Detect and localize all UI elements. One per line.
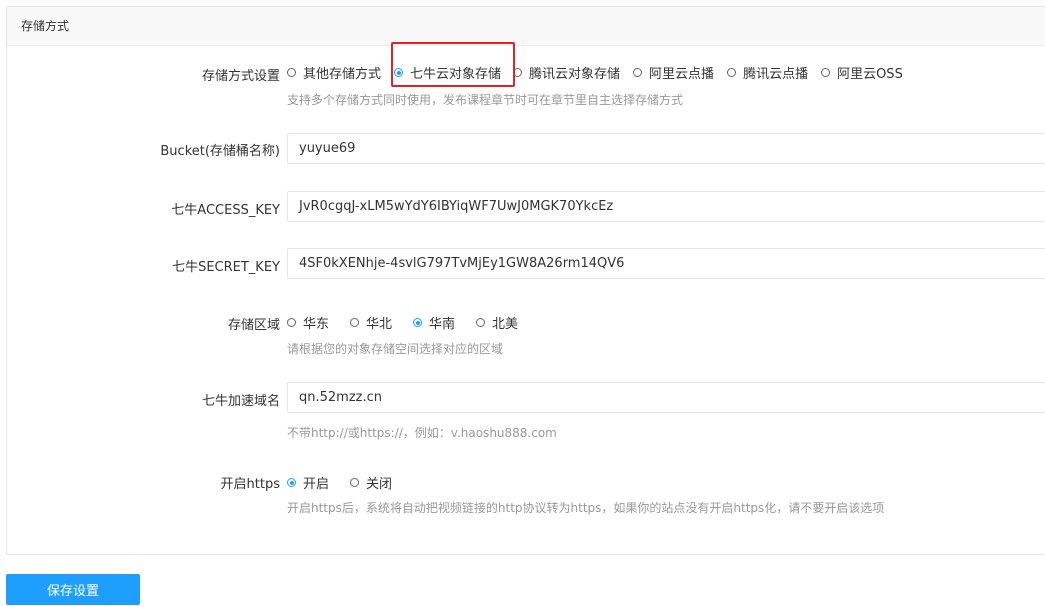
region-radio-group: 华东 华北 华南 北美: [287, 313, 518, 332]
radio-aliyun-oss[interactable]: 阿里云OSS: [821, 63, 903, 82]
radio-https-on[interactable]: 开启: [287, 473, 329, 492]
access-key-label: 七牛ACCESS_KEY: [171, 203, 280, 218]
radio-circle-icon: [287, 478, 296, 487]
bucket-label: Bucket(存储桶名称): [160, 144, 280, 159]
secret-key-input[interactable]: 4SF0kXENhje-4svlG797TvMjEy1GW8A26rm14QV6: [287, 248, 1045, 279]
radio-aliyun-vod[interactable]: 阿里云点播: [633, 63, 714, 82]
https-radio-group: 开启 关闭: [287, 473, 392, 492]
radio-region-na[interactable]: 北美: [476, 313, 518, 332]
radio-circle-icon: [287, 318, 296, 327]
region-label: 存储区域: [227, 318, 280, 333]
radio-region-south[interactable]: 华南: [413, 313, 455, 332]
radio-circle-icon: [350, 318, 360, 327]
radio-circle-icon: [287, 68, 296, 77]
domain-label: 七牛加速域名: [201, 394, 280, 409]
radio-circle-icon: [350, 478, 360, 487]
selection-highlight-box: [391, 42, 515, 87]
secret-key-label: 七牛SECRET_KEY: [172, 260, 280, 275]
radio-circle-icon: [821, 68, 831, 77]
storage-settings-panel: 存储方式: [6, 6, 1045, 555]
https-hint: 开启https后，系统将自动把视频链接的http协议转为https，如果你的站点…: [287, 501, 885, 515]
access-key-input[interactable]: JvR0cgqJ-xLM5wYdY6IBYiqWF7UwJ0MGK70YkcEz: [287, 191, 1045, 222]
save-settings-button[interactable]: 保存设置: [6, 574, 140, 605]
storage-method-radio-group: 其他存储方式 七牛云对象存储 腾讯云对象存储 阿里云点播 腾讯云点播 阿里云OS…: [287, 63, 903, 82]
radio-circle-icon: [413, 318, 423, 327]
radio-tencent-vod[interactable]: 腾讯云点播: [727, 63, 808, 82]
bucket-input[interactable]: yuyue69: [287, 133, 1045, 164]
panel-title: 存储方式: [7, 7, 1045, 46]
domain-hint: 不带http://或https://，例如：v.haoshu888.com: [287, 426, 557, 440]
radio-region-east[interactable]: 华东: [287, 313, 329, 332]
radio-circle-icon: [476, 318, 486, 327]
radio-tencent-cos[interactable]: 腾讯云对象存储: [513, 63, 620, 82]
radio-circle-icon: [633, 68, 643, 77]
radio-https-off[interactable]: 关闭: [350, 473, 392, 492]
radio-other-storage[interactable]: 其他存储方式: [287, 63, 381, 82]
radio-circle-icon: [727, 68, 737, 77]
domain-input[interactable]: qn.52mzz.cn: [287, 382, 1045, 413]
region-hint: 请根据您的对象存储空间选择对应的区域: [287, 342, 504, 356]
storage-method-hint: 支持多个存储方式同时使用，发布课程章节时可在章节里自主选择存储方式: [287, 93, 684, 107]
radio-region-north[interactable]: 华北: [350, 313, 392, 332]
storage-method-label: 存储方式设置: [201, 69, 280, 84]
https-label: 开启https: [220, 477, 280, 492]
